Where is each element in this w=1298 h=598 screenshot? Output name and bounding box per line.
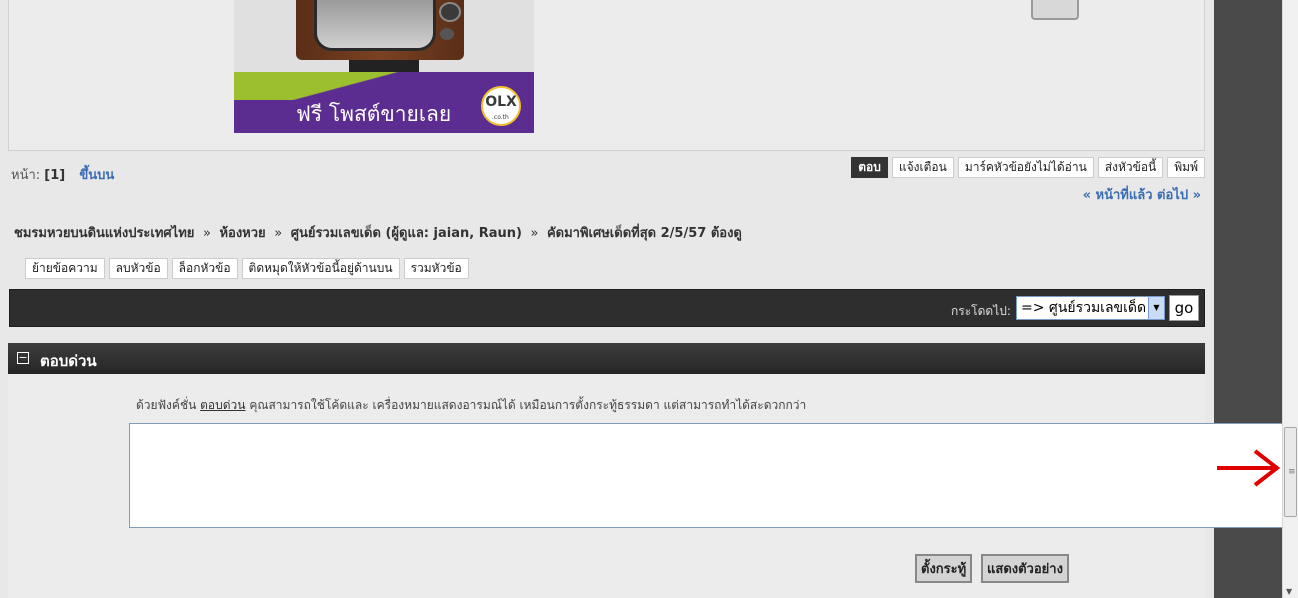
back-to-top-link[interactable]: ขึ้นบน bbox=[79, 168, 114, 183]
tv-knob-icon bbox=[440, 28, 454, 40]
breadcrumb: ชมรมหวยบนดินแห่งประเทศไทย » ห้องหวย » ศู… bbox=[14, 222, 742, 243]
breadcrumb-separator: » bbox=[274, 226, 283, 241]
chevron-down-icon[interactable]: ▼ bbox=[1148, 297, 1164, 319]
vertical-scrollbar[interactable]: ≡ ▼ bbox=[1282, 0, 1298, 598]
topic-actions: ตอบ แจ้งเตือน มาร์คหัวข้อยังไม่ได้อ่าน ส… bbox=[851, 157, 1205, 178]
merge-topic-button[interactable]: รวมหัวข้อ bbox=[403, 258, 469, 279]
red-arrow-icon bbox=[1217, 449, 1281, 487]
lock-topic-button[interactable]: ล็อกหัวข้อ bbox=[171, 258, 238, 279]
go-button[interactable]: go bbox=[1169, 295, 1199, 321]
forum-content: ฟรี โพสต์ขายเลย OLX .co.th หน้า: [1] ขึ้… bbox=[8, 0, 1289, 598]
quote-icon[interactable] bbox=[1031, 0, 1079, 20]
jump-to-bar: กระโดดไป: => ศูนย์รวมเลขเด็ด ▼ go bbox=[9, 289, 1205, 327]
breadcrumb-separator: » bbox=[202, 226, 211, 241]
breadcrumb-item[interactable]: ศูนย์รวมเลขเด็ด (ผู้ดูแล: jaian, Raun) bbox=[291, 226, 522, 241]
olx-advertisement[interactable]: ฟรี โพสต์ขายเลย OLX .co.th bbox=[234, 0, 534, 133]
ad-text: ฟรี โพสต์ขายเลย bbox=[296, 102, 452, 126]
send-topic-button[interactable]: ส่งหัวข้อนี้ bbox=[1097, 157, 1164, 178]
move-topic-button[interactable]: ย้ายข้อความ bbox=[25, 258, 105, 279]
prev-next-links[interactable]: « หน้าที่แล้ว ต่อไป » bbox=[1083, 184, 1201, 205]
note-text: ด้วยฟังค์ชั่น bbox=[136, 398, 197, 412]
jump-to-select[interactable]: => ศูนย์รวมเลขเด็ด ▼ bbox=[1016, 296, 1165, 320]
current-page: [1] bbox=[44, 168, 66, 183]
print-button[interactable]: พิมพ์ bbox=[1167, 157, 1205, 178]
preview-button[interactable]: แสดงตัวอย่าง bbox=[981, 554, 1069, 583]
quick-reply-note: ด้วยฟังค์ชั่น ตอบด่วน คุณสามารถใช้โค้ดแล… bbox=[136, 396, 806, 415]
breadcrumb-current: คัดมาพิเศษเด็ดที่สุด 2/5/57 ต้องดู bbox=[546, 226, 742, 241]
post-panel: ฟรี โพสต์ขายเลย OLX .co.th bbox=[8, 0, 1205, 151]
delete-topic-button[interactable]: ลบหัวข้อ bbox=[108, 258, 168, 279]
sticky-topic-button[interactable]: ติดหมุดให้หัวข้อนี้อยู่ด้านบน bbox=[241, 258, 400, 279]
scrollbar-grip-icon: ≡ bbox=[1288, 467, 1296, 477]
jump-selected-value: => ศูนย์รวมเลขเด็ด bbox=[1021, 300, 1147, 316]
pagination: หน้า: [1] ขึ้นบน bbox=[11, 164, 114, 185]
olx-logo-sub: .co.th bbox=[492, 114, 509, 121]
jump-label: กระโดดไป: bbox=[951, 304, 1011, 318]
post-button[interactable]: ตั้งกระทู้ bbox=[915, 554, 973, 583]
quick-reply-textarea[interactable] bbox=[129, 423, 1289, 528]
notify-button[interactable]: แจ้งเตือน bbox=[891, 157, 954, 178]
tv-knob-icon bbox=[439, 2, 461, 22]
note-text: คุณสามารถใช้โค้ดและ เครื่องหมายแสดงอารมณ… bbox=[249, 398, 807, 412]
reply-button[interactable]: ตอบ bbox=[851, 157, 888, 178]
quick-reply-header: − ตอบด่วน bbox=[8, 343, 1205, 374]
tv-base-image bbox=[349, 60, 419, 72]
pagination-label: หน้า: bbox=[11, 168, 41, 183]
quick-reply-link[interactable]: ตอบด่วน bbox=[200, 398, 245, 412]
breadcrumb-separator: » bbox=[530, 226, 539, 241]
scrollbar-thumb[interactable]: ≡ bbox=[1284, 427, 1297, 517]
breadcrumb-item[interactable]: ชมรมหวยบนดินแห่งประเทศไทย bbox=[14, 226, 194, 241]
collapse-icon[interactable]: − bbox=[17, 352, 29, 364]
moderation-actions: ย้ายข้อความ ลบหัวข้อ ล็อกหัวข้อ ติดหมุดใ… bbox=[25, 258, 469, 279]
scroll-down-icon[interactable]: ▼ bbox=[1286, 587, 1292, 596]
mark-unread-button[interactable]: มาร์คหัวข้อยังไม่ได้อ่าน bbox=[957, 157, 1094, 178]
breadcrumb-item[interactable]: ห้องหวย bbox=[219, 226, 265, 241]
quick-reply-title: ตอบด่วน bbox=[40, 352, 97, 370]
tv-screen-image bbox=[314, 0, 436, 51]
